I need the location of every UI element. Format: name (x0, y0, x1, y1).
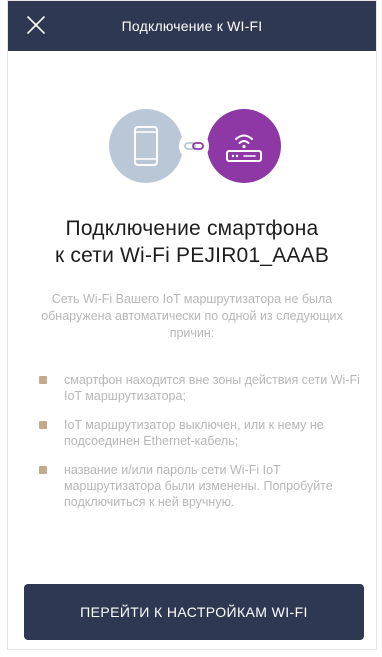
smartphone-icon (134, 126, 158, 166)
list-item: название и/или пароль сети Wi-Fi IoT мар… (36, 462, 364, 510)
link-icon (179, 131, 209, 161)
heading-line-2: к сети Wi-Fi PEJIR01_AAAB (54, 244, 330, 267)
wifi-settings-button[interactable]: ПЕРЕЙТИ К НАСТРОЙКАМ WI-FI (24, 584, 364, 640)
page-title: Подключение к WI-FI (121, 18, 263, 34)
bullet-icon (39, 421, 47, 429)
list-item: IoT маршрутизатор выключен, или к нему н… (36, 417, 364, 449)
heading-line-1: Подключение смартфона (65, 217, 319, 240)
list-item: смартфон находится вне зоны действия сет… (36, 372, 364, 404)
close-icon[interactable] (22, 11, 50, 39)
top-bar: Подключение к WI-FI (8, 1, 376, 51)
reason-text: IoT маршрутизатор выключен, или к нему н… (64, 418, 324, 448)
connection-heading: Подключение смартфона к сети Wi-Fi PEJIR… (18, 215, 366, 269)
bullet-icon (39, 466, 47, 474)
bullet-icon (39, 376, 47, 384)
intro-text: Сеть Wi-Fi Вашего IoT маршрутизатора не … (41, 292, 343, 340)
phone-circle (109, 109, 183, 183)
connection-illustration (101, 101, 289, 191)
router-circle (207, 109, 281, 183)
reason-text: название и/или пароль сети Wi-Fi IoT мар… (64, 463, 333, 509)
wifi-router-icon (226, 134, 262, 162)
reasons-list: смартфон находится вне зоны действия сет… (36, 372, 364, 523)
reason-text: смартфон находится вне зоны действия сет… (64, 373, 360, 403)
app-screen: Подключение к WI-FI Подключение смартфон… (7, 0, 377, 650)
